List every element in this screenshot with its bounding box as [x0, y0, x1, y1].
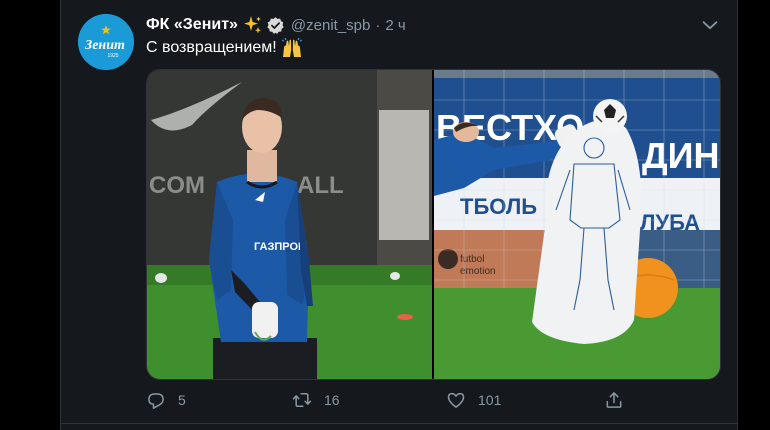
goalkeeper-diving-image: ВЕСТХО ДИН ТБОЛЬ ЛУБА futbol emotion — [434, 70, 720, 379]
wall-sign-right: ALL — [297, 172, 344, 199]
wall-sign-left: COM — [149, 172, 205, 199]
like-button[interactable]: 101 — [446, 388, 501, 412]
media-grid: COM ALL ГАЗПРОМ ВЕСТХО ДИН ТБОЛЬ ЛУБА fu… — [146, 69, 721, 380]
banner-text-middle-right: ЛУБА — [640, 210, 700, 235]
tweet-body: С возвращением! — [146, 37, 303, 59]
banner-text-top-right: ДИН — [642, 135, 720, 176]
display-name[interactable]: ФК «Зенит» — [146, 16, 238, 34]
share-button[interactable] — [604, 388, 624, 412]
ad-text-2: emotion — [460, 266, 496, 277]
avatar-wordmark: Зенит — [84, 38, 125, 53]
avatar[interactable]: Зенит 1925 — [78, 14, 134, 70]
shirt-sponsor: ГАЗПРОМ — [254, 241, 307, 253]
tweet-text: С возвращением! — [146, 39, 277, 56]
tweet-header: ФК «Зенит» @zenit_spb · 2 ч — [146, 14, 406, 36]
handle[interactable]: @zenit_spb — [291, 17, 370, 34]
like-count: 101 — [478, 392, 502, 408]
separator-dot: · — [375, 16, 381, 34]
next-tweet-edge — [61, 424, 737, 430]
retweet-icon — [292, 393, 312, 407]
zenit-logo-icon: Зенит 1925 — [78, 14, 134, 70]
ad-text-1: futbol — [460, 254, 484, 265]
goalkeeper-standing-image: COM ALL ГАЗПРОМ — [147, 70, 432, 379]
share-icon — [606, 392, 622, 408]
banner-text-middle: ТБОЛЬ — [460, 194, 537, 219]
sparkles-emoji-icon — [243, 16, 261, 34]
reply-count: 5 — [178, 392, 186, 408]
tweet-actions: 5 16 101 — [146, 388, 706, 412]
reply-button[interactable]: 5 — [146, 388, 186, 412]
chevron-down-icon[interactable] — [699, 14, 721, 36]
photo-goalkeeper-standing[interactable]: COM ALL ГАЗПРОМ — [147, 70, 432, 379]
timestamp[interactable]: 2 ч — [385, 17, 405, 34]
avatar-year: 1925 — [107, 53, 118, 59]
heart-icon — [447, 392, 465, 408]
retweet-button[interactable]: 16 — [292, 388, 340, 412]
tweet[interactable]: Зенит 1925 ФК «Зенит» @zenit_spb · 2 ч С… — [61, 0, 737, 423]
raised-hands-emoji-icon — [281, 37, 302, 57]
retweet-count: 16 — [324, 392, 340, 408]
reply-icon — [148, 393, 164, 409]
timeline-column: Зенит 1925 ФК «Зенит» @zenit_spb · 2 ч С… — [60, 0, 738, 430]
photo-goalkeeper-diving[interactable]: ВЕСТХО ДИН ТБОЛЬ ЛУБА futbol emotion — [434, 70, 720, 379]
verified-icon — [267, 16, 284, 34]
